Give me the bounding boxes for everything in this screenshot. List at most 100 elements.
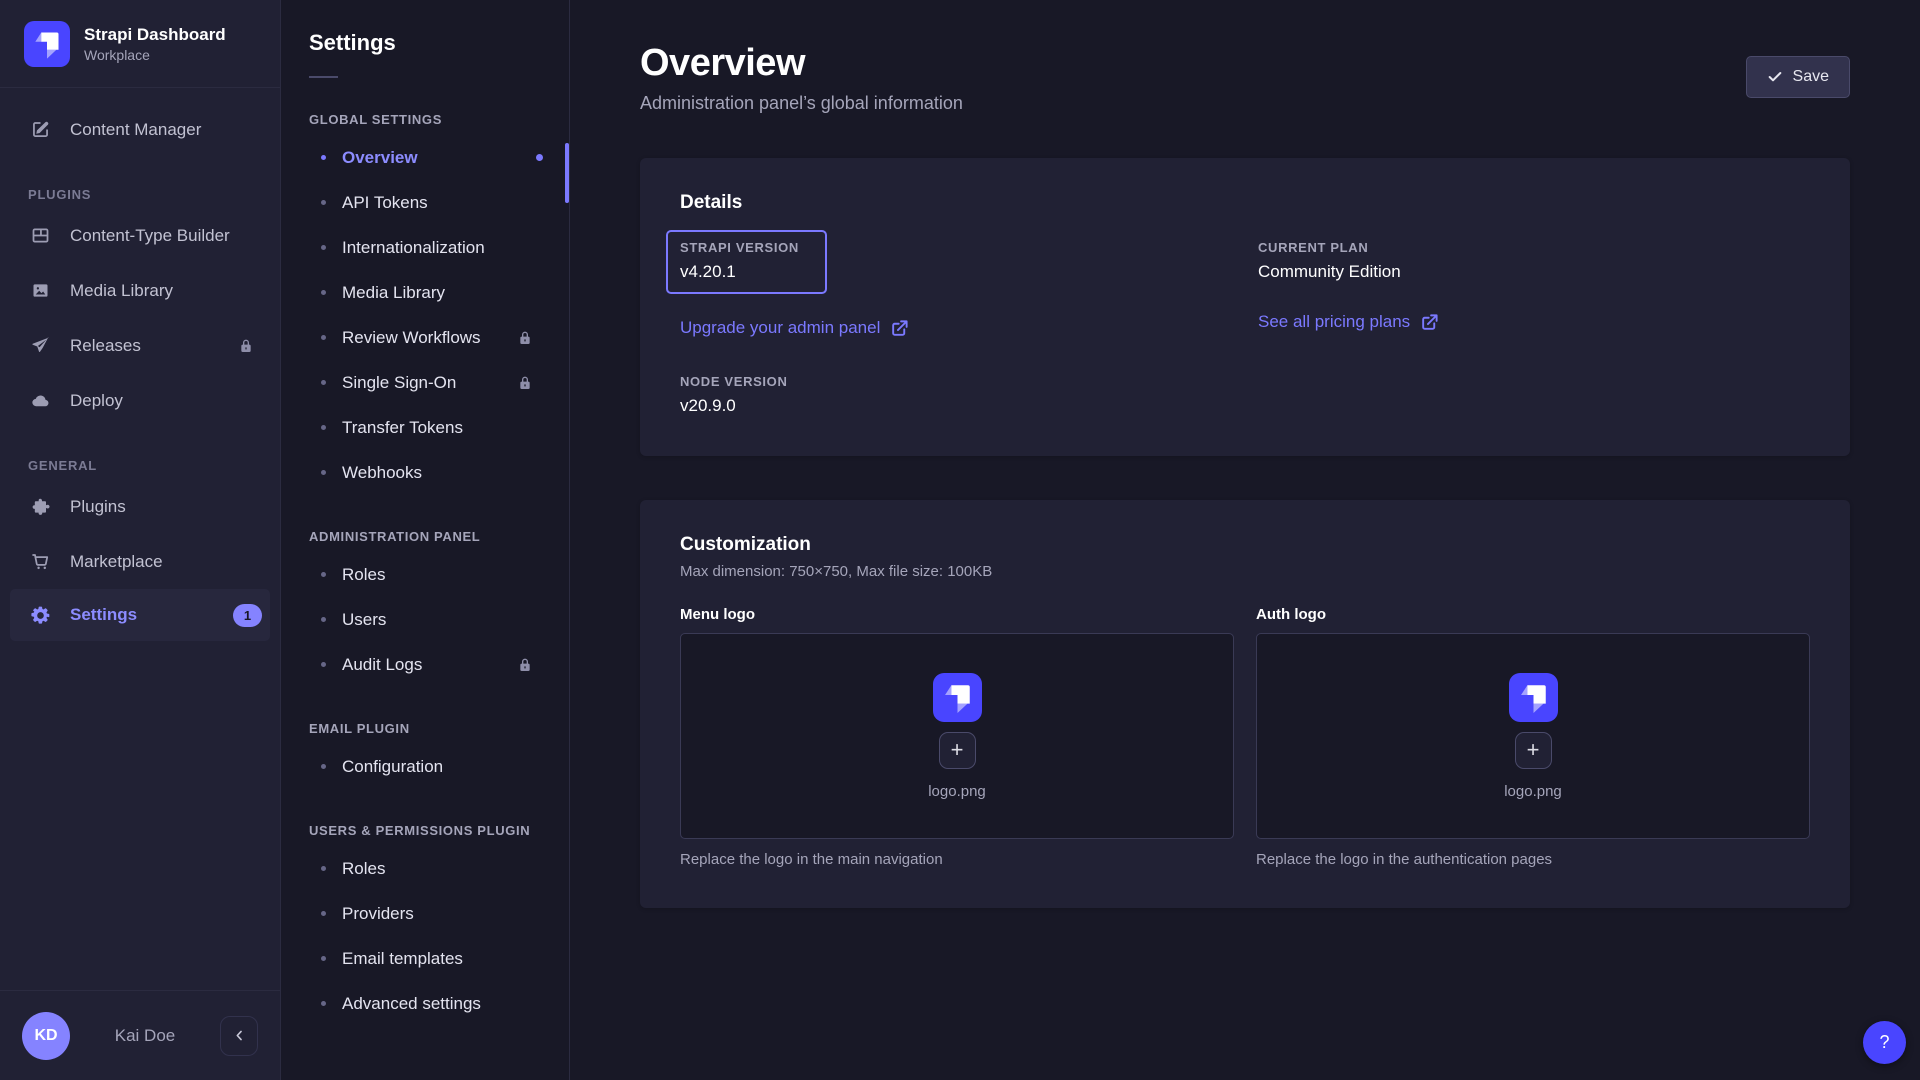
subnav-item-audit-logs[interactable]: Audit Logs bbox=[281, 642, 569, 687]
sidebar-item-marketplace[interactable]: Marketplace bbox=[0, 534, 280, 589]
page-header: Overview Administration panel’s global i… bbox=[640, 42, 1850, 114]
bullet-dot-icon bbox=[321, 911, 326, 916]
subnav-item-label: Providers bbox=[342, 904, 414, 924]
sidebar-nav: Content Manager PLUGINS Content-Type Bui… bbox=[0, 88, 280, 990]
subnav-item-internationalization[interactable]: Internationalization bbox=[281, 225, 569, 270]
sidebar-item-releases[interactable]: Releases bbox=[0, 318, 280, 373]
workspace-titles: Strapi Dashboard Workplace bbox=[84, 24, 226, 63]
bullet-dot-icon bbox=[321, 1001, 326, 1006]
sidebar-item-label: Media Library bbox=[70, 281, 173, 301]
menu-logo-caption: Replace the logo in the main navigation bbox=[680, 851, 1234, 868]
lock-icon bbox=[517, 330, 533, 346]
subnav-item-media-library[interactable]: Media Library bbox=[281, 270, 569, 315]
subnav-item-configuration[interactable]: Configuration bbox=[281, 744, 569, 789]
lock-icon bbox=[238, 338, 254, 354]
sidebar-footer: KD Kai Doe bbox=[0, 990, 280, 1080]
node-version-field: NODE VERSION v20.9.0 bbox=[680, 374, 1258, 416]
auth-logo-upload-area[interactable]: + logo.png bbox=[1256, 633, 1810, 839]
subnav-item-roles-up[interactable]: Roles bbox=[281, 846, 569, 891]
user-name: Kai Doe bbox=[70, 1026, 220, 1046]
subnav-item-label: API Tokens bbox=[342, 193, 428, 213]
gear-icon bbox=[28, 605, 52, 626]
bullet-dot-icon bbox=[321, 572, 326, 577]
current-plan-label: CURRENT PLAN bbox=[1258, 240, 1810, 255]
auth-logo-label: Auth logo bbox=[1256, 606, 1810, 623]
auth-logo-preview-icon bbox=[1509, 673, 1558, 722]
sidebar-item-content-type-builder[interactable]: Content-Type Builder bbox=[0, 208, 280, 263]
bullet-dot-icon bbox=[321, 764, 326, 769]
workspace-header[interactable]: Strapi Dashboard Workplace bbox=[0, 0, 280, 88]
strapi-version-label: STRAPI VERSION bbox=[680, 240, 799, 255]
subnav-item-label: Roles bbox=[342, 859, 385, 879]
subnav-item-label: Configuration bbox=[342, 757, 443, 777]
plus-icon: + bbox=[951, 739, 964, 761]
lock-icon bbox=[517, 375, 533, 391]
sidebar-section-general: GENERAL bbox=[0, 428, 280, 479]
check-icon bbox=[1767, 69, 1783, 85]
subnav-item-label: Media Library bbox=[342, 283, 445, 303]
subnav-item-overview[interactable]: Overview bbox=[281, 135, 569, 180]
add-auth-logo-button[interactable]: + bbox=[1515, 732, 1552, 769]
details-grid: STRAPI VERSION v4.20.1 Upgrade your admi… bbox=[680, 240, 1810, 416]
bullet-dot-icon bbox=[321, 380, 326, 385]
auth-logo-file-name: logo.png bbox=[1504, 783, 1562, 800]
subnav-item-webhooks[interactable]: Webhooks bbox=[281, 450, 569, 495]
menu-logo-upload-area[interactable]: + logo.png bbox=[680, 633, 1234, 839]
collapse-sidebar-button[interactable] bbox=[220, 1016, 258, 1056]
logo-upload-row: Menu logo + logo.png Replace the logo in… bbox=[680, 606, 1810, 868]
notification-dot-icon bbox=[536, 154, 543, 161]
sidebar-item-label: Settings bbox=[70, 605, 137, 625]
subnav-item-email-templates[interactable]: Email templates bbox=[281, 936, 569, 981]
subnav-item-label: Internationalization bbox=[342, 238, 485, 258]
subnav-item-label: Advanced settings bbox=[342, 994, 481, 1014]
sidebar-item-settings[interactable]: Settings 1 bbox=[10, 589, 270, 641]
sidebar-item-deploy[interactable]: Deploy bbox=[0, 373, 280, 428]
subnav-item-label: Overview bbox=[342, 148, 418, 168]
external-link-icon bbox=[1420, 313, 1439, 332]
subnav-section-global-settings: GLOBAL SETTINGS bbox=[281, 78, 569, 135]
customization-card: Customization Max dimension: 750×750, Ma… bbox=[640, 500, 1850, 908]
subnav-item-providers[interactable]: Providers bbox=[281, 891, 569, 936]
settings-notification-badge: 1 bbox=[233, 604, 262, 627]
subnav-item-roles-admin[interactable]: Roles bbox=[281, 552, 569, 597]
main-content: Overview Administration panel’s global i… bbox=[570, 0, 1920, 1080]
pricing-plans-link[interactable]: See all pricing plans bbox=[1258, 312, 1439, 332]
help-button[interactable]: ? bbox=[1863, 1021, 1906, 1064]
save-button[interactable]: Save bbox=[1746, 56, 1850, 98]
upgrade-link-label: Upgrade your admin panel bbox=[680, 318, 880, 338]
sidebar-item-label: Deploy bbox=[70, 391, 123, 411]
sidebar-item-media-library[interactable]: Media Library bbox=[0, 263, 280, 318]
menu-logo-column: Menu logo + logo.png Replace the logo in… bbox=[680, 606, 1234, 868]
main-sidebar: Strapi Dashboard Workplace Content Manag… bbox=[0, 0, 281, 1080]
bullet-dot-icon bbox=[321, 290, 326, 295]
bullet-dot-icon bbox=[321, 335, 326, 340]
upgrade-admin-panel-link[interactable]: Upgrade your admin panel bbox=[680, 318, 909, 338]
subnav-item-single-sign-on[interactable]: Single Sign-On bbox=[281, 360, 569, 405]
node-version-value: v20.9.0 bbox=[680, 396, 1258, 416]
strapi-logo-icon bbox=[24, 21, 70, 67]
subnav-item-review-workflows[interactable]: Review Workflows bbox=[281, 315, 569, 360]
sidebar-item-plugins[interactable]: Plugins bbox=[0, 479, 280, 534]
bullet-dot-icon bbox=[321, 155, 326, 160]
chevron-left-icon bbox=[232, 1028, 247, 1043]
bullet-dot-icon bbox=[321, 617, 326, 622]
subnav-item-advanced-settings[interactable]: Advanced settings bbox=[281, 981, 569, 1026]
subnav-item-label: Users bbox=[342, 610, 386, 630]
layout-grid-icon bbox=[28, 225, 52, 246]
menu-logo-label: Menu logo bbox=[680, 606, 1234, 623]
add-menu-logo-button[interactable]: + bbox=[939, 732, 976, 769]
subnav-item-api-tokens[interactable]: API Tokens bbox=[281, 180, 569, 225]
avatar[interactable]: KD bbox=[22, 1012, 70, 1060]
sidebar-section-plugins: PLUGINS bbox=[0, 157, 280, 208]
subnav-item-transfer-tokens[interactable]: Transfer Tokens bbox=[281, 405, 569, 450]
customization-card-title: Customization bbox=[680, 534, 1810, 556]
subnav-item-label: Transfer Tokens bbox=[342, 418, 463, 438]
subnav-item-label: Webhooks bbox=[342, 463, 422, 483]
page-subtitle: Administration panel’s global informatio… bbox=[640, 93, 963, 114]
app-name: Strapi Dashboard bbox=[84, 24, 226, 45]
details-left-column: STRAPI VERSION v4.20.1 Upgrade your admi… bbox=[680, 240, 1258, 416]
auth-logo-column: Auth logo + logo.png Replace the logo in… bbox=[1256, 606, 1810, 868]
sidebar-item-content-manager[interactable]: Content Manager bbox=[0, 102, 280, 157]
subnav-item-users[interactable]: Users bbox=[281, 597, 569, 642]
subnav-item-label: Email templates bbox=[342, 949, 463, 969]
